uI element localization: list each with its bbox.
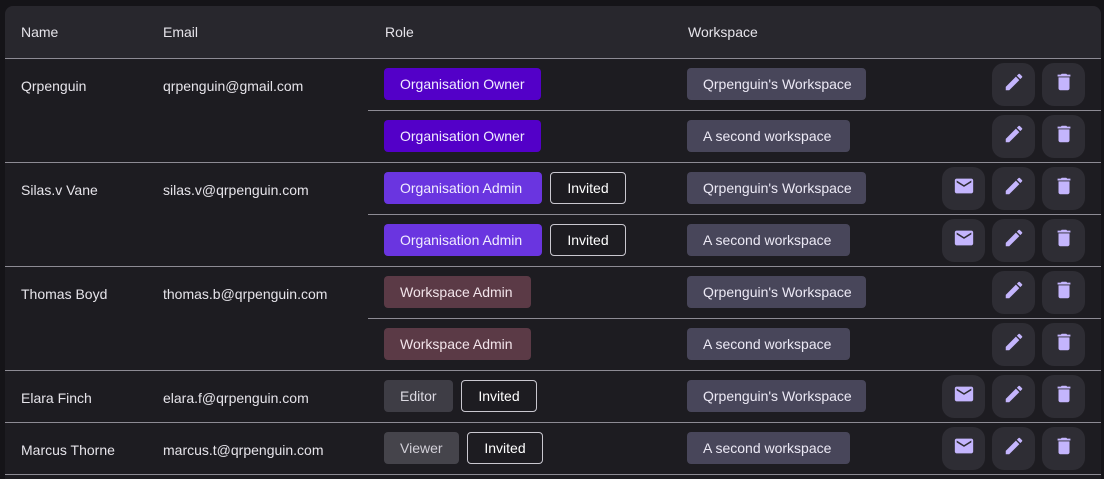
table-header: Name Email Role Workspace — [5, 6, 1101, 59]
user-email: thomas.b@qrpenguin.com — [163, 286, 328, 302]
user-email: marcus.t@qrpenguin.com — [163, 442, 324, 458]
mail-icon — [953, 175, 975, 202]
resend-invite-button[interactable] — [942, 427, 985, 470]
workspace-chip[interactable]: Qrpenguin's Workspace — [687, 68, 866, 100]
edit-button[interactable] — [992, 323, 1035, 366]
edit-button[interactable] — [992, 63, 1035, 106]
column-header-email: Email — [163, 24, 199, 40]
table-row: Organisation Owner Qrpenguin's Workspace — [368, 59, 1101, 111]
user-email: elara.f@qrpenguin.com — [163, 390, 309, 406]
edit-button[interactable] — [992, 271, 1035, 314]
table-row: Viewer Invited A second workspace — [368, 423, 1101, 474]
users-table: Name Email Role Workspace Qrpenguin qrpen… — [5, 6, 1101, 479]
table-row: Workspace Admin A second workspace — [368, 319, 1101, 370]
role-chip[interactable]: Editor — [384, 380, 453, 412]
role-chip[interactable]: Workspace Admin — [384, 328, 531, 360]
user-info: Thomas Boyd thomas.b@qrpenguin.com — [5, 267, 375, 318]
user-group: Elara Finch elara.f@qrpenguin.com Editor In… — [5, 371, 1101, 423]
pencil-icon — [1003, 71, 1025, 98]
mail-icon — [953, 435, 975, 462]
role-chip[interactable]: Organisation Admin — [384, 172, 542, 204]
edit-button[interactable] — [992, 115, 1035, 158]
edit-button[interactable] — [992, 375, 1035, 418]
table-row: Organisation Admin Invited Qrpenguin's Wor… — [368, 163, 1101, 215]
trash-icon — [1053, 383, 1075, 410]
user-name: Silas.v Vane — [21, 182, 98, 198]
user-info: Silas.v Vane silas.v@qrpenguin.com — [5, 163, 375, 214]
edit-button[interactable] — [992, 167, 1035, 210]
edit-button[interactable] — [992, 427, 1035, 470]
table-row: Editor Invited Qrpenguin's Workspace — [368, 371, 1101, 422]
trash-icon — [1053, 175, 1075, 202]
delete-button[interactable] — [1042, 219, 1085, 262]
pencil-icon — [1003, 279, 1025, 306]
table-row: Organisation Admin Invited A second worksp… — [368, 215, 1101, 266]
user-group: Qrpenguin qrpenguin@gmail.com Organisation… — [5, 59, 1101, 163]
role-chip[interactable]: Organisation Owner — [384, 120, 541, 152]
role-chip[interactable]: Workspace Admin — [384, 276, 531, 308]
workspace-chip[interactable]: A second workspace — [687, 120, 850, 152]
trash-icon — [1053, 71, 1075, 98]
role-chip[interactable]: Organisation Admin — [384, 224, 542, 256]
pencil-icon — [1003, 383, 1025, 410]
column-header-role: Role — [385, 24, 414, 40]
trash-icon — [1053, 227, 1075, 254]
workspace-chip[interactable]: A second workspace — [687, 224, 850, 256]
delete-button[interactable] — [1042, 323, 1085, 366]
mail-icon — [953, 383, 975, 410]
column-header-name: Name — [21, 24, 59, 40]
column-header-workspace: Workspace — [688, 24, 758, 40]
invited-badge: Invited — [461, 380, 537, 412]
delete-button[interactable] — [1042, 427, 1085, 470]
pencil-icon — [1003, 435, 1025, 462]
user-name: Qrpenguin — [21, 78, 87, 94]
delete-button[interactable] — [1042, 167, 1085, 210]
pencil-icon — [1003, 331, 1025, 358]
resend-invite-button[interactable] — [942, 167, 985, 210]
edit-button[interactable] — [992, 219, 1035, 262]
trash-icon — [1053, 331, 1075, 358]
delete-button[interactable] — [1042, 115, 1085, 158]
delete-button[interactable] — [1042, 375, 1085, 418]
workspace-chip[interactable]: Qrpenguin's Workspace — [687, 172, 866, 204]
user-email: qrpenguin@gmail.com — [163, 78, 304, 94]
table-row: Organisation Owner A second workspace — [368, 111, 1101, 162]
resend-invite-button[interactable] — [942, 375, 985, 418]
invited-badge: Invited — [550, 224, 626, 256]
user-info: Elara Finch elara.f@qrpenguin.com — [5, 371, 375, 422]
user-name: Elara Finch — [21, 390, 92, 406]
role-chip[interactable]: Viewer — [384, 432, 459, 464]
user-group: Marcus Thorne marcus.t@qrpenguin.com Viewe… — [5, 423, 1101, 475]
user-name: Marcus Thorne — [21, 442, 115, 458]
workspace-chip[interactable]: A second workspace — [687, 328, 850, 360]
user-email: silas.v@qrpenguin.com — [163, 182, 309, 198]
invited-badge: Invited — [467, 432, 543, 464]
delete-button[interactable] — [1042, 271, 1085, 314]
user-info: Marcus Thorne marcus.t@qrpenguin.com — [5, 423, 375, 474]
user-info: Qrpenguin qrpenguin@gmail.com — [5, 59, 375, 110]
table-body: Qrpenguin qrpenguin@gmail.com Organisation… — [5, 59, 1101, 475]
trash-icon — [1053, 435, 1075, 462]
workspace-chip[interactable]: Qrpenguin's Workspace — [687, 276, 866, 308]
mail-icon — [953, 227, 975, 254]
user-name: Thomas Boyd — [21, 286, 108, 302]
pencil-icon — [1003, 123, 1025, 150]
pencil-icon — [1003, 175, 1025, 202]
trash-icon — [1053, 123, 1075, 150]
trash-icon — [1053, 279, 1075, 306]
invited-badge: Invited — [550, 172, 626, 204]
user-group: Thomas Boyd thomas.b@qrpenguin.com Workspa… — [5, 267, 1101, 371]
user-group: Silas.v Vane silas.v@qrpenguin.com Organis… — [5, 163, 1101, 267]
delete-button[interactable] — [1042, 63, 1085, 106]
workspace-chip[interactable]: Qrpenguin's Workspace — [687, 380, 866, 412]
resend-invite-button[interactable] — [942, 219, 985, 262]
role-chip[interactable]: Organisation Owner — [384, 68, 541, 100]
pencil-icon — [1003, 227, 1025, 254]
workspace-chip[interactable]: A second workspace — [687, 432, 850, 464]
table-row: Workspace Admin Qrpenguin's Workspace — [368, 267, 1101, 319]
